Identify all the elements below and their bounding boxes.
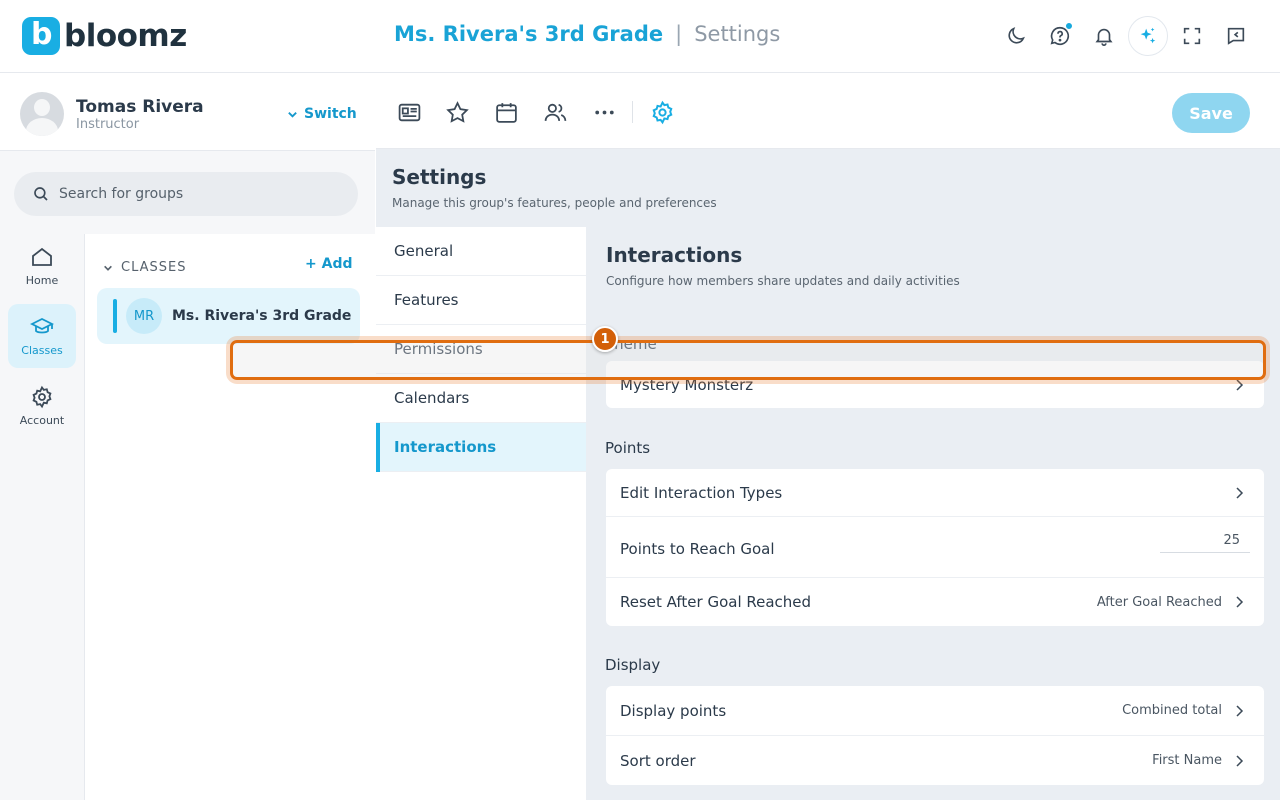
star-icon[interactable] <box>444 99 470 125</box>
step-highlight-box <box>230 340 1266 380</box>
rail-item-home[interactable]: Home <box>8 234 76 298</box>
reset-goal-row[interactable]: Reset After Goal Reached After Goal Reac… <box>606 578 1264 626</box>
settings-subtitle: Manage this group's features, people and… <box>392 196 717 210</box>
interactions-subtitle: Configure how members share updates and … <box>606 274 960 288</box>
sort-order-row[interactable]: Sort order First Name <box>606 736 1264 785</box>
graduation-cap-icon <box>30 317 54 334</box>
chevron-right-icon <box>1236 596 1244 608</box>
points-card: Edit Interaction Types Points to Reach G… <box>606 469 1264 626</box>
help-notification-dot <box>1065 22 1073 30</box>
search-icon <box>34 187 48 201</box>
rail-item-account[interactable]: Account <box>8 374 76 438</box>
list-item[interactable]: MR Ms. Rivera's 3rd Grade <box>97 288 360 344</box>
save-button[interactable]: Save <box>1172 93 1250 133</box>
logo-mark-letter: b <box>31 17 53 52</box>
chevron-right-icon <box>1236 486 1244 499</box>
settings-nav-general[interactable]: General <box>376 227 586 276</box>
user-profile-bar: Tomas Rivera Instructor Switch <box>0 73 375 151</box>
gear-icon <box>32 385 52 409</box>
settings-content: Settings Manage this group's features, p… <box>376 149 1280 800</box>
fullscreen-icon[interactable] <box>1172 16 1212 56</box>
reset-goal-label: Reset After Goal Reached <box>620 593 812 611</box>
bell-icon[interactable] <box>1084 16 1124 56</box>
calendar-icon[interactable] <box>493 99 519 125</box>
points-goal-label: Points to Reach Goal <box>620 539 775 558</box>
points-section-label: Points <box>605 439 651 457</box>
settings-heading: Settings <box>392 165 487 189</box>
ai-sparkle-icon[interactable] <box>1128 16 1168 56</box>
top-header: b bloomz Ms. Rivera's 3rd Grade | Settin… <box>0 0 1280 73</box>
help-icon[interactable] <box>1040 16 1080 56</box>
members-icon[interactable] <box>542 99 568 125</box>
rail-label-account: Account <box>19 414 65 427</box>
rail-label-home: Home <box>25 274 59 287</box>
avatar[interactable] <box>20 92 64 136</box>
home-icon <box>32 247 52 266</box>
header-separator: | <box>675 22 683 46</box>
search-placeholder: Search for groups <box>59 186 184 202</box>
classes-heading: CLASSES <box>121 260 187 275</box>
display-card: Display points Combined total Sort order… <box>606 686 1264 785</box>
edit-interaction-types-label: Edit Interaction Types <box>620 483 783 502</box>
search-input[interactable]: Search for groups <box>14 172 358 216</box>
nav-rail: Home Classes Account <box>0 234 85 800</box>
settings-gear-icon[interactable] <box>649 99 675 125</box>
group-toolbar: Save <box>376 73 1280 149</box>
chevron-right-icon <box>1236 704 1244 717</box>
interactions-heading: Interactions <box>606 243 743 267</box>
user-name: Tomas Rivera <box>76 97 204 117</box>
settings-nav-interactions[interactable]: Interactions <box>376 423 586 472</box>
points-goal-row: Points to Reach Goal <box>606 517 1264 578</box>
classes-list-panel: CLASSES + Add MR Ms. Rivera's 3rd Grade <box>85 234 375 800</box>
left-panel: Search for groups Home Classes Account C… <box>0 151 375 800</box>
classes-section-header[interactable]: CLASSES <box>103 260 186 275</box>
display-points-row[interactable]: Display points Combined total <box>606 686 1264 736</box>
logo-text: bloomz <box>64 18 187 54</box>
chevron-down-icon <box>104 265 112 271</box>
display-points-value: Combined total <box>1122 703 1222 718</box>
bloomz-logo[interactable]: b bloomz <box>22 17 187 55</box>
collapse-panel-icon[interactable] <box>1216 16 1256 56</box>
sort-order-label: Sort order <box>620 751 696 770</box>
settings-nav: General Features Permissions Calendars I… <box>376 227 586 800</box>
more-options-icon[interactable] <box>591 99 617 125</box>
toolbar-divider <box>632 101 633 123</box>
page-title: Ms. Rivera's 3rd Grade | Settings <box>394 22 780 46</box>
settings-nav-calendars[interactable]: Calendars <box>376 374 586 423</box>
active-indicator <box>113 299 117 333</box>
step-badge: 1 <box>592 326 618 352</box>
points-goal-input[interactable] <box>1160 531 1250 553</box>
user-role: Instructor <box>76 117 140 132</box>
header-actions <box>996 16 1256 56</box>
rail-label-classes: Classes <box>21 344 63 357</box>
display-section-label: Display <box>605 656 661 674</box>
display-points-label: Display points <box>620 701 727 720</box>
header-page-title: Settings <box>694 22 781 46</box>
settings-nav-features[interactable]: Features <box>376 276 586 325</box>
dark-mode-icon[interactable] <box>996 16 1036 56</box>
add-class-button[interactable]: + Add <box>305 256 352 272</box>
header-group-title: Ms. Rivera's 3rd Grade <box>394 22 664 46</box>
reset-goal-value: After Goal Reached <box>1096 594 1222 610</box>
switch-label: Switch <box>304 106 357 122</box>
sort-order-value: First Name <box>1152 753 1222 768</box>
logo-mark: b <box>22 17 60 55</box>
switch-account-button[interactable]: Switch <box>287 106 357 122</box>
news-feed-icon[interactable] <box>396 99 422 125</box>
interactions-panel: Interactions Configure how members share… <box>590 227 1280 800</box>
edit-interaction-types-row[interactable]: Edit Interaction Types <box>606 469 1264 517</box>
chevron-down-icon <box>288 111 297 118</box>
class-name: Ms. Rivera's 3rd Grade <box>172 308 352 324</box>
rail-item-classes[interactable]: Classes <box>8 304 76 368</box>
class-avatar: MR <box>126 298 162 334</box>
chevron-right-icon <box>1236 754 1244 767</box>
